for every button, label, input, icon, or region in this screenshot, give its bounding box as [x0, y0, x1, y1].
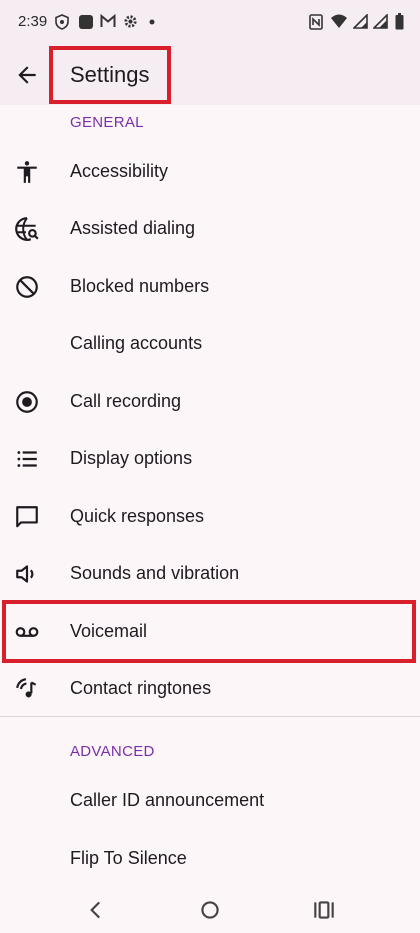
setting-flip-to-silence[interactable]: Flip To Silence — [0, 830, 420, 887]
setting-label: Caller ID announcement — [70, 790, 265, 810]
status-bar: 2:39 — [0, 0, 420, 44]
section-divider — [0, 716, 420, 717]
setting-calling-accounts[interactable]: Calling accounts — [0, 315, 420, 372]
gmail-icon — [100, 14, 116, 27]
setting-blocked-numbers[interactable]: Blocked numbers — [0, 258, 420, 315]
shield-icon — [55, 14, 69, 30]
ringtone-icon — [16, 678, 37, 698]
signal-icon — [373, 14, 388, 29]
message-icon — [16, 506, 38, 528]
record-icon — [16, 391, 38, 413]
setting-caller-id-announcement[interactable]: Caller ID announcement — [0, 772, 420, 829]
nav-home-icon[interactable] — [197, 897, 223, 923]
app-square-icon — [79, 15, 93, 29]
setting-call-recording[interactable]: Call recording — [0, 373, 420, 430]
setting-accessibility[interactable]: Accessibility — [0, 143, 420, 200]
setting-label: Accessibility — [70, 161, 169, 181]
nav-recents-icon[interactable] — [311, 897, 337, 923]
block-icon — [16, 276, 38, 298]
setting-assisted-dialing[interactable]: Assisted dialing — [0, 200, 420, 257]
assisted-dialing-icon — [15, 217, 39, 241]
volume-icon — [16, 565, 34, 583]
arrow-back-icon[interactable] — [14, 62, 40, 88]
dot-icon — [149, 19, 155, 25]
nfc-icon — [309, 14, 323, 30]
setting-contact-ringtones[interactable]: Contact ringtones — [0, 660, 420, 717]
settings-gear-icon — [124, 15, 137, 28]
setting-display-options[interactable]: Display options — [0, 430, 420, 487]
status-time: 2:39 — [18, 13, 48, 30]
voicemail-highlight-box — [2, 600, 416, 663]
nav-back-icon[interactable] — [83, 897, 109, 923]
setting-quick-responses[interactable]: Quick responses — [0, 488, 420, 545]
setting-label: Contact ringtones — [70, 678, 212, 698]
section-header-general: GENERAL — [70, 114, 144, 131]
signal-icon — [353, 14, 368, 29]
setting-label: Assisted dialing — [70, 218, 196, 238]
setting-label: Call recording — [70, 391, 182, 411]
page-title: Settings — [70, 62, 150, 87]
section-header-advanced: ADVANCED — [70, 743, 155, 760]
setting-label: Calling accounts — [70, 333, 203, 353]
setting-label: Blocked numbers — [70, 276, 210, 296]
accessibility-icon — [17, 161, 37, 183]
navigation-bar — [0, 885, 420, 933]
setting-label: Display options — [70, 448, 193, 468]
setting-label: Quick responses — [70, 506, 205, 526]
app-bar: Settings — [0, 44, 420, 105]
battery-icon — [395, 13, 404, 30]
setting-sounds-and-vibration[interactable]: Sounds and vibration — [0, 545, 420, 602]
setting-label: Flip To Silence — [70, 848, 187, 868]
wifi-icon — [331, 14, 347, 28]
list-icon — [17, 451, 37, 467]
setting-label: Sounds and vibration — [70, 563, 240, 583]
